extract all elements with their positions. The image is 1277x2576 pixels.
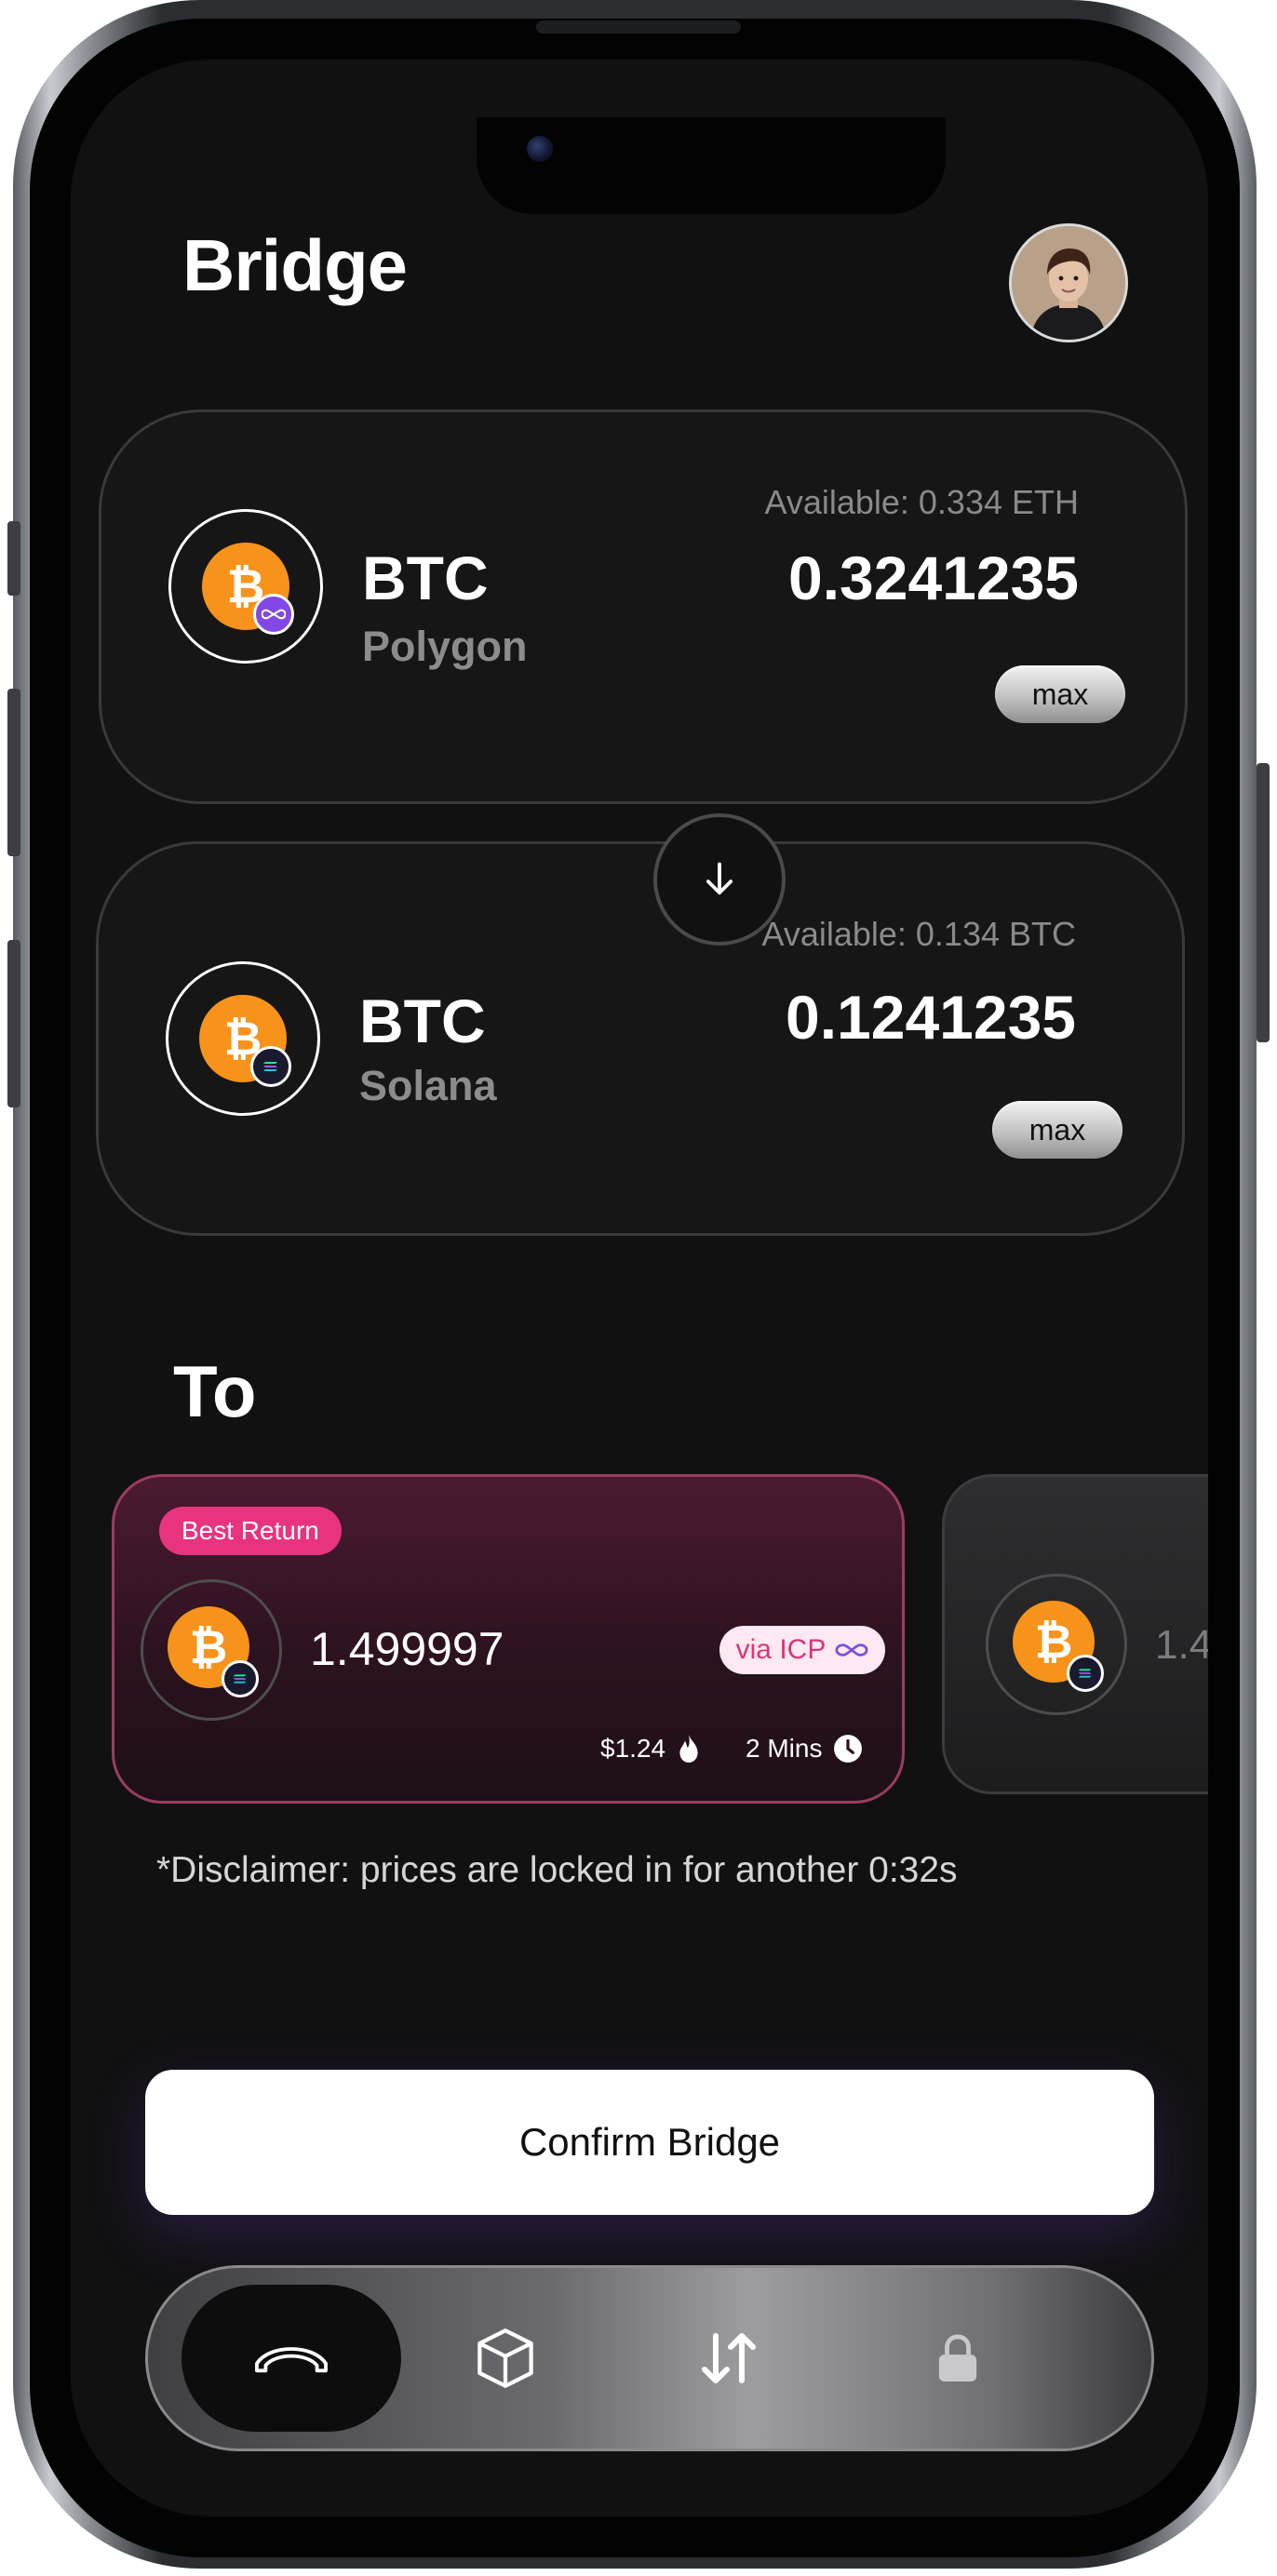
solana-icon xyxy=(222,1660,259,1697)
token-icon-ring: ₿ xyxy=(986,1574,1127,1715)
max-button[interactable]: max xyxy=(992,1101,1122,1159)
lock-icon xyxy=(938,2334,977,2381)
fee-info: $1.24 xyxy=(600,1734,701,1764)
time-info: 2 Mins xyxy=(746,1734,863,1764)
chain-name: Polygon xyxy=(362,623,528,670)
via-label: via ICP xyxy=(735,1634,827,1665)
nav-security[interactable] xyxy=(848,2285,1068,2432)
arrow-down-icon xyxy=(706,862,733,895)
nav-bridge[interactable] xyxy=(181,2285,401,2432)
via-icp-badge: via ICP xyxy=(719,1626,885,1674)
notch xyxy=(477,117,946,214)
token-icon-ring: ₿ xyxy=(166,961,320,1116)
clock-icon xyxy=(834,1735,863,1763)
token-symbol: BTC xyxy=(362,543,489,612)
bottom-nav xyxy=(145,2265,1154,2451)
route-amount: 1.499997 xyxy=(310,1623,504,1675)
svg-text:₿: ₿ xyxy=(190,1621,228,1673)
flame-icon xyxy=(679,1735,698,1763)
confirm-bridge-button[interactable]: Confirm Bridge xyxy=(145,2070,1154,2215)
route-card-alt[interactable]: ₿ 1.4 xyxy=(942,1474,1208,1794)
speaker-grille xyxy=(536,20,741,34)
svg-text:₿: ₿ xyxy=(1035,1616,1073,1668)
price-lock-disclaimer: *Disclaimer: prices are locked in for an… xyxy=(156,1850,958,1890)
swap-arrows-icon xyxy=(702,2333,756,2383)
swap-direction-button[interactable] xyxy=(653,813,786,946)
token-icon-ring: ₿ xyxy=(141,1579,282,1721)
max-button[interactable]: max xyxy=(995,665,1125,723)
volume-up-button xyxy=(7,689,20,856)
solana-icon xyxy=(250,1046,291,1087)
to-token-card[interactable]: ₿ BTC Solana Available: 0.134 BTC 0.1241… xyxy=(96,841,1185,1236)
token-symbol: BTC xyxy=(359,986,486,1055)
polygon-icon xyxy=(253,594,294,635)
infinity-icon xyxy=(835,1644,868,1657)
fee-value: $1.24 xyxy=(600,1734,666,1763)
bridge-icon xyxy=(255,2347,328,2373)
nav-swap[interactable] xyxy=(619,2285,839,2432)
app-screen: Bridge ₿ BTC Polygon Available: 0.334 ET… xyxy=(71,60,1208,2516)
route-card-best[interactable]: Best Return ₿ 1.499997 via ICP $1.24 2 M… xyxy=(112,1474,905,1804)
time-value: 2 Mins xyxy=(746,1734,823,1763)
available-balance: Available: 0.334 ETH xyxy=(764,483,1079,521)
mute-switch xyxy=(7,521,20,596)
front-camera xyxy=(527,136,553,162)
power-button xyxy=(1257,763,1270,1042)
route-amount: 1.4 xyxy=(1155,1622,1208,1668)
page-title: Bridge xyxy=(182,224,408,306)
amount-input[interactable]: 0.1241235 xyxy=(518,982,1076,1053)
avatar[interactable] xyxy=(1009,223,1128,342)
solana-icon xyxy=(1067,1655,1104,1692)
to-section-title: To xyxy=(173,1350,257,1432)
volume-down-button xyxy=(7,940,20,1107)
from-token-card[interactable]: ₿ BTC Polygon Available: 0.334 ETH 0.324… xyxy=(99,409,1188,804)
cube-icon xyxy=(477,2328,533,2388)
amount-input[interactable]: 0.3241235 xyxy=(520,543,1079,613)
best-return-badge: Best Return xyxy=(159,1507,342,1555)
nav-assets[interactable] xyxy=(396,2285,615,2432)
token-icon-ring: ₿ xyxy=(168,509,323,664)
chain-name: Solana xyxy=(359,1062,497,1109)
